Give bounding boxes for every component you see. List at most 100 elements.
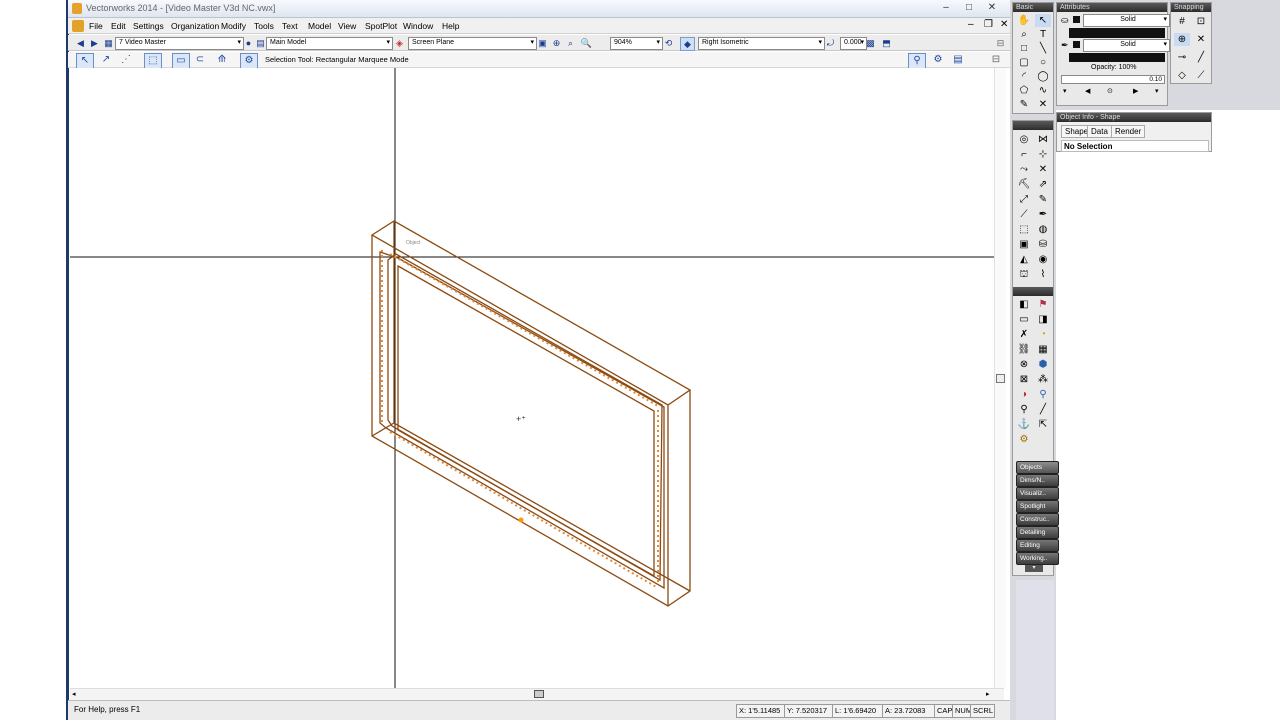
- display-icon[interactable]: ▤: [950, 53, 966, 67]
- wall-icon[interactable]: ◎: [1016, 133, 1032, 146]
- shell-icon[interactable]: ⛫: [1016, 268, 1032, 281]
- snap-grid-icon[interactable]: #: [1174, 15, 1190, 28]
- active-layer-select[interactable]: Main Model: [266, 37, 393, 50]
- pick-up-icon[interactable]: ⚲: [908, 53, 926, 69]
- tool-preferences-icon[interactable]: ⚙: [240, 53, 258, 69]
- pen-style-select[interactable]: Solid: [1083, 39, 1170, 52]
- polygon-icon[interactable]: ⬠: [1016, 84, 1032, 97]
- snap-angle-icon[interactable]: ⊕: [1174, 33, 1190, 46]
- rotation-input[interactable]: 0.000: [840, 37, 867, 50]
- door-icon[interactable]: ⋈: [1035, 133, 1051, 146]
- snap-distance-icon[interactable]: ⊸: [1174, 51, 1190, 64]
- category-visualization[interactable]: Visualiz..: [1016, 487, 1059, 500]
- working-plane-select[interactable]: Screen Plane: [408, 37, 537, 50]
- menu-window[interactable]: Window: [403, 21, 433, 31]
- arrow-right-icon[interactable]: ▶: [88, 37, 101, 49]
- line-weight-field[interactable]: 0.10: [1061, 75, 1165, 84]
- standard-view-select[interactable]: Right Isometric: [698, 37, 825, 50]
- cube-icon[interactable]: ⬚: [1016, 223, 1032, 236]
- extrude-icon[interactable]: ⇗: [1035, 178, 1051, 191]
- arrow-pointer-icon[interactable]: ⇱: [1035, 418, 1051, 431]
- menu-help[interactable]: Help: [442, 21, 459, 31]
- projector-icon[interactable]: ⬢: [1035, 358, 1051, 371]
- torus-icon[interactable]: ◉: [1035, 253, 1051, 266]
- menu-settings[interactable]: Settings: [133, 21, 164, 31]
- multi-mode-icon[interactable]: ⋰: [118, 53, 134, 67]
- snap-tangent-icon[interactable]: ╱: [1193, 51, 1209, 64]
- slab-icon[interactable]: ⌐: [1016, 148, 1032, 161]
- category-objects[interactable]: Objects: [1016, 461, 1059, 474]
- doc-restore-button[interactable]: ❐: [984, 19, 993, 30]
- menu-spotplot[interactable]: SpotPlot: [365, 21, 397, 31]
- category-dims[interactable]: Dims/N..: [1016, 474, 1059, 487]
- chain-icon[interactable]: ⛓: [1016, 343, 1032, 356]
- fillet-icon[interactable]: ⌇: [1035, 268, 1051, 281]
- menu-edit[interactable]: Edit: [111, 21, 126, 31]
- category-working[interactable]: Working..: [1016, 552, 1059, 565]
- drawing-area[interactable]: Object +⁺: [70, 68, 1004, 688]
- menu-file[interactable]: File: [89, 21, 103, 31]
- document-icon[interactable]: [72, 20, 84, 32]
- stair-icon[interactable]: ⤳: [1016, 163, 1032, 176]
- selection-mode-icon[interactable]: ↖: [76, 53, 94, 69]
- anchor-icon[interactable]: ⚓: [1016, 418, 1032, 431]
- camera-icon[interactable]: ⚲: [1035, 388, 1051, 401]
- render-mode-icon[interactable]: ▩: [864, 37, 877, 49]
- single-object-icon[interactable]: ⬚: [144, 53, 162, 69]
- view-icon[interactable]: ◆: [680, 37, 695, 51]
- magnifier-icon[interactable]: ⌕: [1016, 28, 1032, 41]
- target-icon[interactable]: ◑: [1016, 388, 1032, 401]
- circle-icon[interactable]: ○: [1035, 56, 1051, 69]
- arrow-icon[interactable]: ↖: [1035, 14, 1051, 27]
- vertical-scrollbar[interactable]: [994, 68, 1006, 688]
- cylinder-icon[interactable]: ⛁: [1035, 238, 1051, 251]
- bug-icon[interactable]: ⚙: [1016, 433, 1032, 446]
- tab-data[interactable]: Data: [1087, 125, 1112, 138]
- category-spotlight[interactable]: Spotlight: [1016, 500, 1059, 513]
- transform-mode-icon[interactable]: ↗: [98, 53, 114, 67]
- minimize-button[interactable]: –: [938, 2, 954, 14]
- freehand-icon[interactable]: ∿: [1035, 84, 1051, 97]
- flyover-icon[interactable]: ⟲: [662, 37, 675, 49]
- menu-text[interactable]: Text: [282, 21, 298, 31]
- fill-style-select[interactable]: Solid: [1083, 14, 1170, 27]
- categories-more-icon[interactable]: ▾: [1025, 565, 1043, 572]
- pencil-icon[interactable]: ✎: [1035, 193, 1051, 206]
- zoom-magnifier-icon[interactable]: ⌕: [564, 37, 577, 49]
- snap-object-icon[interactable]: ⊡: [1193, 15, 1209, 28]
- cone-icon[interactable]: ◭: [1016, 253, 1032, 266]
- line-style-icon[interactable]: ⊙: [1107, 87, 1113, 95]
- fill-color-swatch[interactable]: [1073, 16, 1080, 23]
- category-editing[interactable]: Editing: [1016, 539, 1059, 552]
- truss-icon[interactable]: ⚑: [1035, 298, 1051, 311]
- tab-render[interactable]: Render: [1111, 125, 1146, 138]
- projection-icon[interactable]: ⬒: [880, 37, 893, 49]
- sphere-icon[interactable]: ◍: [1035, 223, 1051, 236]
- lasso-icon[interactable]: ⊂: [192, 53, 208, 67]
- fit-to-objects-icon[interactable]: ⊕: [550, 37, 563, 49]
- rounded-rect-icon[interactable]: ▢: [1016, 56, 1032, 69]
- category-construction[interactable]: Construc..: [1016, 513, 1059, 526]
- brush-icon[interactable]: ╱: [1035, 403, 1051, 416]
- text-icon[interactable]: T: [1035, 28, 1051, 41]
- grid-icon[interactable]: ▦: [1035, 343, 1051, 356]
- viewbar-close-icon[interactable]: ⊟: [994, 37, 1007, 49]
- bulb-icon[interactable]: ◔: [1035, 328, 1051, 341]
- mirror-icon[interactable]: ⤢: [1016, 193, 1032, 206]
- doc-minimize-button[interactable]: –: [968, 19, 974, 30]
- label-icon[interactable]: ⊠: [1016, 373, 1032, 386]
- symbol-icon[interactable]: ⛏: [1016, 178, 1032, 191]
- end-marker-icon[interactable]: ▶: [1133, 87, 1138, 95]
- box-icon[interactable]: ▣: [1016, 238, 1032, 251]
- oval-icon[interactable]: ◯: [1035, 70, 1051, 83]
- horizontal-scroll-thumb[interactable]: [534, 690, 544, 698]
- menu-tools[interactable]: Tools: [254, 21, 274, 31]
- menu-organization[interactable]: Organization: [171, 21, 219, 31]
- x-icon[interactable]: ✕: [1035, 98, 1051, 111]
- menu-view[interactable]: View: [338, 21, 356, 31]
- rectangle-icon[interactable]: □: [1016, 42, 1032, 55]
- knife-icon[interactable]: ⟋: [1016, 208, 1032, 221]
- active-class-select[interactable]: 7 Video Master: [115, 37, 244, 50]
- marker-menu-icon[interactable]: ▾: [1155, 87, 1159, 95]
- modebar-close-icon[interactable]: ⊟: [988, 53, 1004, 67]
